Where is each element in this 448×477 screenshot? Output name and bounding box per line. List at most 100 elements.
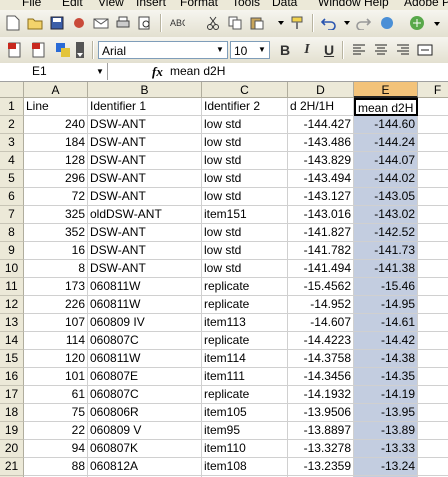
- table-cell[interactable]: -142.52: [354, 224, 418, 242]
- table-cell[interactable]: -141.73: [354, 242, 418, 260]
- table-cell[interactable]: -13.95: [354, 404, 418, 422]
- table-cell[interactable]: -144.02: [354, 170, 418, 188]
- header-cell-d[interactable]: d 2H/1H: [288, 98, 354, 116]
- table-cell[interactable]: 22: [24, 422, 88, 440]
- table-cell[interactable]: -14.95: [354, 296, 418, 314]
- table-cell[interactable]: [418, 458, 448, 476]
- open-folder-icon[interactable]: [26, 14, 44, 32]
- table-cell[interactable]: -144.07: [354, 152, 418, 170]
- menu-item-help[interactable]: Help: [364, 0, 389, 9]
- row-header[interactable]: 1: [0, 98, 24, 116]
- chevron-down-icon[interactable]: ▼: [96, 63, 104, 80]
- pdf-convert-icon[interactable]: [6, 41, 24, 59]
- row-header[interactable]: 4: [0, 152, 24, 170]
- table-cell[interactable]: DSW-ANT: [88, 242, 202, 260]
- menu-item-adobe-pdf[interactable]: Adobe PDF: [404, 0, 448, 9]
- table-cell[interactable]: item114: [202, 350, 288, 368]
- table-cell[interactable]: low std: [202, 260, 288, 278]
- hyperlink-icon[interactable]: [378, 14, 396, 32]
- row-header[interactable]: 18: [0, 404, 24, 422]
- table-cell[interactable]: [418, 278, 448, 296]
- font-name-dropdown[interactable]: Arial ▼: [98, 41, 228, 59]
- menu-item-edit[interactable]: Edit: [62, 0, 83, 9]
- column-header-f[interactable]: F: [418, 82, 448, 98]
- table-cell[interactable]: 060807C: [88, 386, 202, 404]
- row-header[interactable]: 11: [0, 278, 24, 296]
- pdf-review-icon[interactable]: [54, 41, 72, 59]
- undo-icon[interactable]: [320, 14, 338, 32]
- print-icon[interactable]: [114, 14, 132, 32]
- select-all-corner[interactable]: [0, 82, 24, 98]
- table-cell[interactable]: item110: [202, 440, 288, 458]
- table-cell[interactable]: -14.3758: [288, 350, 354, 368]
- align-left-icon[interactable]: [350, 41, 368, 59]
- table-cell[interactable]: 060811W: [88, 278, 202, 296]
- menu-item-format[interactable]: Format: [180, 0, 218, 9]
- row-header[interactable]: 17: [0, 386, 24, 404]
- table-cell[interactable]: replicate: [202, 278, 288, 296]
- column-header-e[interactable]: E: [354, 82, 418, 98]
- table-cell[interactable]: oldDSW-ANT: [88, 206, 202, 224]
- table-cell[interactable]: DSW-ANT: [88, 134, 202, 152]
- table-cell[interactable]: 94: [24, 440, 88, 458]
- row-header[interactable]: 15: [0, 350, 24, 368]
- table-cell[interactable]: -144.24: [354, 134, 418, 152]
- table-cell[interactable]: 325: [24, 206, 88, 224]
- table-cell[interactable]: -14.61: [354, 314, 418, 332]
- pdf-email-icon[interactable]: [30, 41, 48, 59]
- table-cell[interactable]: low std: [202, 224, 288, 242]
- table-cell[interactable]: 120: [24, 350, 88, 368]
- table-cell[interactable]: low std: [202, 242, 288, 260]
- table-cell[interactable]: 173: [24, 278, 88, 296]
- align-center-icon[interactable]: [372, 41, 390, 59]
- table-cell[interactable]: low std: [202, 170, 288, 188]
- spelling-icon[interactable]: ABC: [168, 14, 186, 32]
- table-cell[interactable]: -13.9506: [288, 404, 354, 422]
- header-cell-c[interactable]: Identifier 2: [202, 98, 288, 116]
- table-cell[interactable]: 060811W: [88, 350, 202, 368]
- table-cell[interactable]: -14.19: [354, 386, 418, 404]
- table-cell[interactable]: 88: [24, 458, 88, 476]
- table-cell[interactable]: -143.829: [288, 152, 354, 170]
- table-cell[interactable]: [418, 422, 448, 440]
- cut-icon[interactable]: [204, 14, 222, 32]
- row-header[interactable]: 9: [0, 242, 24, 260]
- table-cell[interactable]: -144.427: [288, 116, 354, 134]
- table-cell[interactable]: [418, 170, 448, 188]
- copy-icon[interactable]: [226, 14, 244, 32]
- table-cell[interactable]: -143.127: [288, 188, 354, 206]
- permission-icon[interactable]: [70, 14, 88, 32]
- table-cell[interactable]: 128: [24, 152, 88, 170]
- table-cell[interactable]: low std: [202, 116, 288, 134]
- table-cell[interactable]: [418, 260, 448, 278]
- table-cell[interactable]: DSW-ANT: [88, 170, 202, 188]
- row-header[interactable]: 6: [0, 188, 24, 206]
- table-cell[interactable]: low std: [202, 134, 288, 152]
- table-cell[interactable]: -13.2359: [288, 458, 354, 476]
- table-cell[interactable]: item105: [202, 404, 288, 422]
- table-cell[interactable]: 060811W: [88, 296, 202, 314]
- table-cell[interactable]: [418, 242, 448, 260]
- row-header[interactable]: 3: [0, 134, 24, 152]
- table-cell[interactable]: DSW-ANT: [88, 224, 202, 242]
- table-cell[interactable]: -15.4562: [288, 278, 354, 296]
- table-cell[interactable]: 060807C: [88, 332, 202, 350]
- table-cell[interactable]: 226: [24, 296, 88, 314]
- row-header[interactable]: 14: [0, 332, 24, 350]
- table-cell[interactable]: 184: [24, 134, 88, 152]
- table-cell[interactable]: [418, 152, 448, 170]
- row-header[interactable]: 5: [0, 170, 24, 188]
- column-header-c[interactable]: C: [202, 82, 288, 98]
- table-cell[interactable]: 8: [24, 260, 88, 278]
- table-cell[interactable]: -14.38: [354, 350, 418, 368]
- header-cell-a[interactable]: Line: [24, 98, 88, 116]
- table-cell[interactable]: 060807K: [88, 440, 202, 458]
- table-cell[interactable]: 16: [24, 242, 88, 260]
- menu-item-insert[interactable]: Insert: [136, 0, 166, 9]
- row-header[interactable]: 13: [0, 314, 24, 332]
- table-cell[interactable]: DSW-ANT: [88, 152, 202, 170]
- table-cell[interactable]: 060812A: [88, 458, 202, 476]
- toolbar-options-icon[interactable]: [428, 14, 446, 32]
- bold-button[interactable]: B: [276, 41, 294, 59]
- table-cell[interactable]: -143.02: [354, 206, 418, 224]
